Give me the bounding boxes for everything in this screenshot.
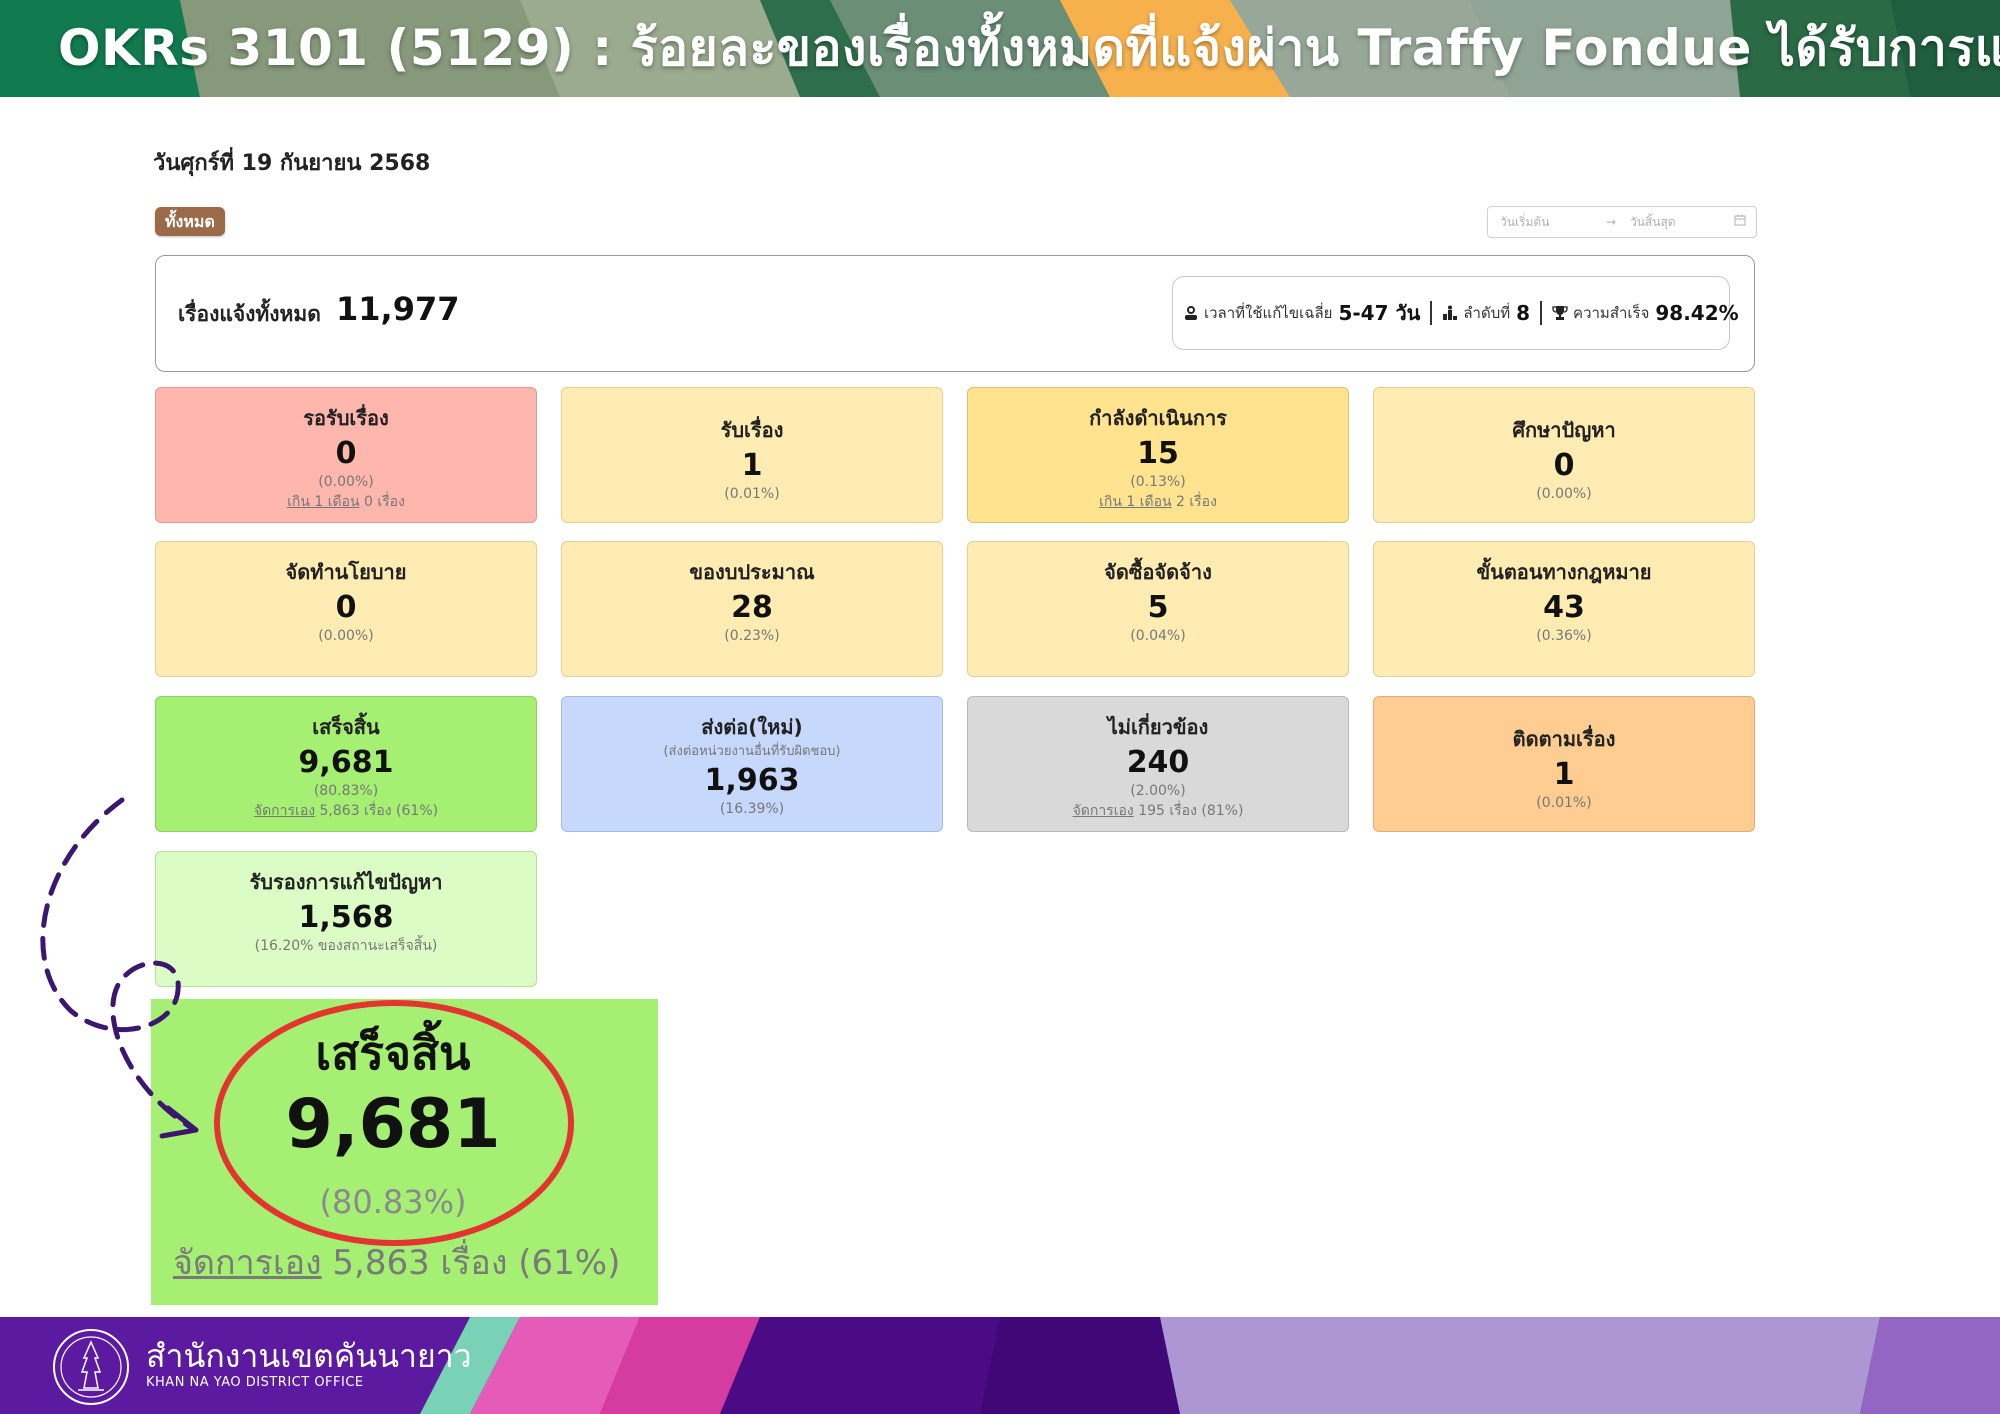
- card-value: 1: [1553, 757, 1575, 792]
- rank-stat: ลำดับที่ 8: [1430, 301, 1540, 325]
- district-seal-logo: [52, 1328, 130, 1406]
- card-title: ขั้นตอนทางกฎหมาย: [1476, 560, 1652, 584]
- card-title: รอรับเรื่อง: [303, 406, 389, 430]
- card-value: 43: [1543, 590, 1585, 625]
- card-received[interactable]: รับเรื่อง 1 (0.01%): [561, 387, 943, 523]
- card-percent: (0.01%): [1536, 795, 1592, 811]
- card-in-progress[interactable]: กำลังดำเนินการ 15 (0.13%) เกิน 1 เดือน 2…: [967, 387, 1349, 523]
- card-title: กำลังดำเนินการ: [1089, 406, 1227, 430]
- card-percent: (16.39%): [719, 801, 785, 817]
- card-extra: เกิน 1 เดือน 2 เรื่อง: [1099, 494, 1217, 510]
- rank-label: ลำดับที่: [1463, 304, 1511, 322]
- office-name-english: KHAN NA YAO DISTRICT OFFICE: [146, 1375, 364, 1390]
- card-policy[interactable]: จัดทำนโยบาย 0 (0.00%): [155, 541, 537, 677]
- card-value: 1,963: [704, 763, 800, 798]
- filter-all-button[interactable]: ทั้งหมด: [155, 207, 225, 236]
- stats-panel: เวลาที่ใช้แก้ไขเฉลี่ย 5-47 วัน ลำดับที่ …: [1172, 276, 1739, 350]
- card-title: จัดทำนโยบาย: [285, 560, 407, 584]
- card-percent: (0.01%): [724, 486, 780, 502]
- card-value: 1,568: [298, 900, 394, 935]
- card-percent: (0.13%): [1130, 474, 1186, 490]
- card-follow-up[interactable]: ติดตามเรื่อง 1 (0.01%): [1373, 696, 1755, 832]
- card-extra: จัดการเอง 5,863 เรื่อง (61%): [253, 803, 439, 819]
- zoom-title: เสร็จสิ้น: [315, 1026, 471, 1080]
- card-percent: (0.23%): [724, 628, 780, 644]
- date-range-picker[interactable]: วันเริ่มต้น → วันสิ้นสุด: [1487, 206, 1757, 238]
- card-subtitle: (ส่งต่อหน่วยงานอื่นที่รับผิดชอบ): [663, 744, 841, 759]
- success-stat: ความสำเร็จ 98.42%: [1540, 301, 1749, 325]
- avg-time-label: เวลาที่ใช้แก้ไขเฉลี่ย: [1204, 304, 1333, 322]
- card-value: 1: [741, 448, 763, 483]
- avg-time-value: 5-47 วัน: [1338, 301, 1421, 325]
- card-value: 28: [731, 590, 773, 625]
- calendar-icon[interactable]: [1734, 207, 1746, 237]
- card-percent: (80.83%): [313, 783, 379, 799]
- card-forwarded[interactable]: ส่งต่อ(ใหม่) (ส่งต่อหน่วยงานอื่นที่รับผิ…: [561, 696, 943, 832]
- card-percent: (2.00%): [1130, 783, 1186, 799]
- rank-value: 8: [1516, 301, 1531, 325]
- card-done[interactable]: เสร็จสิ้น 9,681 (80.83%) จัดการเอง 5,863…: [155, 696, 537, 832]
- card-percent: (0.00%): [1536, 486, 1592, 502]
- range-arrow-icon: →: [1606, 215, 1617, 229]
- card-percent: (0.04%): [1130, 628, 1186, 644]
- summary-card: เรื่องแจ้งทั้งหมด 11,977 เวลาที่ใช้แก้ไข…: [155, 255, 1755, 372]
- card-value: 15: [1137, 436, 1179, 471]
- card-percent: (0.36%): [1536, 628, 1592, 644]
- card-budget[interactable]: ของบประมาณ 28 (0.23%): [561, 541, 943, 677]
- success-value: 98.42%: [1655, 301, 1739, 325]
- zoom-self-handled-link: จัดการเอง: [173, 1243, 322, 1283]
- trophy-icon: [1552, 305, 1568, 321]
- header-banner: OKRs 3101 (5129) : ร้อยละของเรื่องทั้งหม…: [0, 0, 2000, 97]
- card-value: 0: [335, 590, 357, 625]
- total-reports-label: เรื่องแจ้งทั้งหมด: [178, 302, 321, 326]
- card-title: ติดตามเรื่อง: [1512, 727, 1616, 751]
- zoom-extra: จัดการเอง 5,863 เรื่อง (61%): [173, 1243, 621, 1283]
- card-waiting[interactable]: รอรับเรื่อง 0 (0.00%) เกิน 1 เดือน 0 เรื…: [155, 387, 537, 523]
- card-title: รับเรื่อง: [720, 418, 784, 442]
- card-extra: เกิน 1 เดือน 0 เรื่อง: [287, 494, 405, 510]
- card-guarantee[interactable]: รับรองการแก้ไขปัญหา 1,568 (16.20% ของสถา…: [155, 851, 537, 987]
- card-legal[interactable]: ขั้นตอนทางกฎหมาย 43 (0.36%): [1373, 541, 1755, 677]
- card-study[interactable]: ศึกษาปัญหา 0 (0.00%): [1373, 387, 1755, 523]
- card-title: จัดซื้อจัดจ้าง: [1104, 560, 1212, 584]
- avg-time-stat: เวลาที่ใช้แก้ไขเฉลี่ย 5-47 วัน: [1173, 297, 1430, 329]
- success-label: ความสำเร็จ: [1573, 304, 1650, 322]
- overdue-link[interactable]: เกิน 1 เดือน: [1099, 494, 1172, 510]
- card-percent: (0.00%): [318, 628, 374, 644]
- card-percent: (16.20% ของสถานะเสร็จสิ้น): [254, 938, 438, 954]
- card-title: ศึกษาปัญหา: [1512, 418, 1616, 442]
- card-title: เสร็จสิ้น: [312, 715, 380, 739]
- page-title: OKRs 3101 (5129) : ร้อยละของเรื่องทั้งหม…: [58, 19, 2000, 77]
- card-value: 0: [335, 436, 357, 471]
- card-extra: จัดการเอง 195 เรื่อง (81%): [1072, 803, 1244, 819]
- card-percent: (0.00%): [318, 474, 374, 490]
- total-reports-value: 11,977: [336, 290, 460, 328]
- zoom-percent: (80.83%): [319, 1183, 467, 1221]
- card-unrelated[interactable]: ไม่เกี่ยวข้อง 240 (2.00%) จัดการเอง 195 …: [967, 696, 1349, 832]
- report-date: วันศุกร์ที่ 19 กันยายน 2568: [153, 151, 431, 176]
- overdue-link[interactable]: เกิน 1 เดือน: [287, 494, 360, 510]
- self-handled-link[interactable]: จัดการเอง: [254, 803, 315, 819]
- start-date-placeholder[interactable]: วันเริ่มต้น: [1500, 207, 1549, 237]
- card-value: 240: [1126, 745, 1190, 780]
- zoom-value: 9,681: [285, 1085, 501, 1164]
- person-clock-icon: [1183, 305, 1199, 321]
- card-procurement[interactable]: จัดซื้อจัดจ้าง 5 (0.04%): [967, 541, 1349, 677]
- card-title: รับรองการแก้ไขปัญหา: [249, 870, 443, 894]
- card-value: 5: [1147, 590, 1169, 625]
- ranking-icon: [1442, 305, 1458, 321]
- card-title: ส่งต่อ(ใหม่): [701, 715, 803, 739]
- card-value: 0: [1553, 448, 1575, 483]
- card-title: ของบประมาณ: [689, 560, 815, 584]
- card-value: 9,681: [298, 745, 394, 780]
- end-date-placeholder[interactable]: วันสิ้นสุด: [1630, 207, 1676, 237]
- footer-banner: สำนักงานเขตคันนายาว KHAN NA YAO DISTRICT…: [0, 1317, 2000, 1414]
- card-title: ไม่เกี่ยวข้อง: [1107, 715, 1209, 739]
- self-handled-link[interactable]: จัดการเอง: [1073, 803, 1134, 819]
- zoomed-done-card: เสร็จสิ้น 9,681 (80.83%) จัดการเอง 5,863…: [151, 999, 658, 1305]
